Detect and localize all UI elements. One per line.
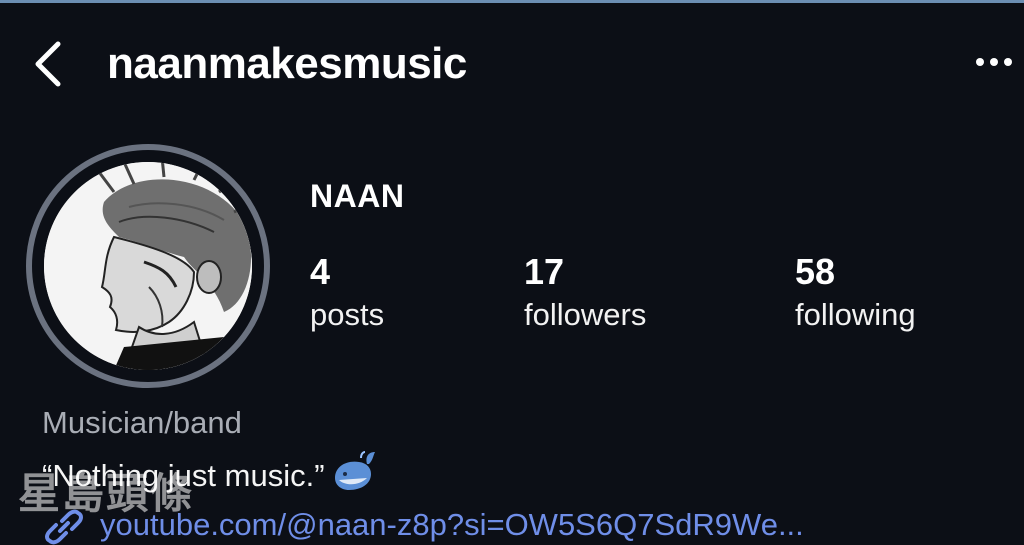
back-button[interactable]: [24, 34, 72, 94]
bio-text: “Nothing just music.”: [42, 458, 325, 493]
stat-posts[interactable]: 4 posts: [310, 250, 384, 336]
avatar[interactable]: [44, 162, 252, 370]
profile-header: naanmakesmusic: [0, 24, 1024, 104]
whale-icon: [331, 450, 377, 502]
avatar-illustration: [44, 162, 252, 370]
more-options-button[interactable]: [968, 44, 1020, 80]
profile-link[interactable]: youtube.com/@naan-z8p?si=OW5S6Q7SdR9We..…: [42, 505, 804, 545]
profile-category: Musician/band: [42, 405, 242, 440]
avatar-ring[interactable]: [26, 144, 270, 388]
link-icon: [45, 509, 83, 545]
more-horizontal-icon: [976, 58, 1012, 66]
top-border: [0, 0, 1024, 3]
stat-followers-count: 17: [524, 251, 565, 292]
display-name: NAAN: [310, 178, 405, 214]
stat-following-label: following: [795, 297, 916, 332]
stat-followers[interactable]: 17 followers: [524, 250, 646, 336]
stat-following-count: 58: [795, 251, 836, 292]
stat-following[interactable]: 58 following: [795, 250, 916, 336]
profile-bio: “Nothing just music.”: [42, 450, 377, 502]
username-title: naanmakesmusic: [107, 39, 467, 88]
stat-followers-label: followers: [524, 297, 647, 332]
stat-posts-label: posts: [310, 297, 385, 332]
profile-link-text: youtube.com/@naan-z8p?si=OW5S6Q7SdR9We..…: [100, 507, 804, 542]
stat-posts-count: 4: [310, 251, 331, 292]
chevron-left-icon: [35, 41, 61, 87]
